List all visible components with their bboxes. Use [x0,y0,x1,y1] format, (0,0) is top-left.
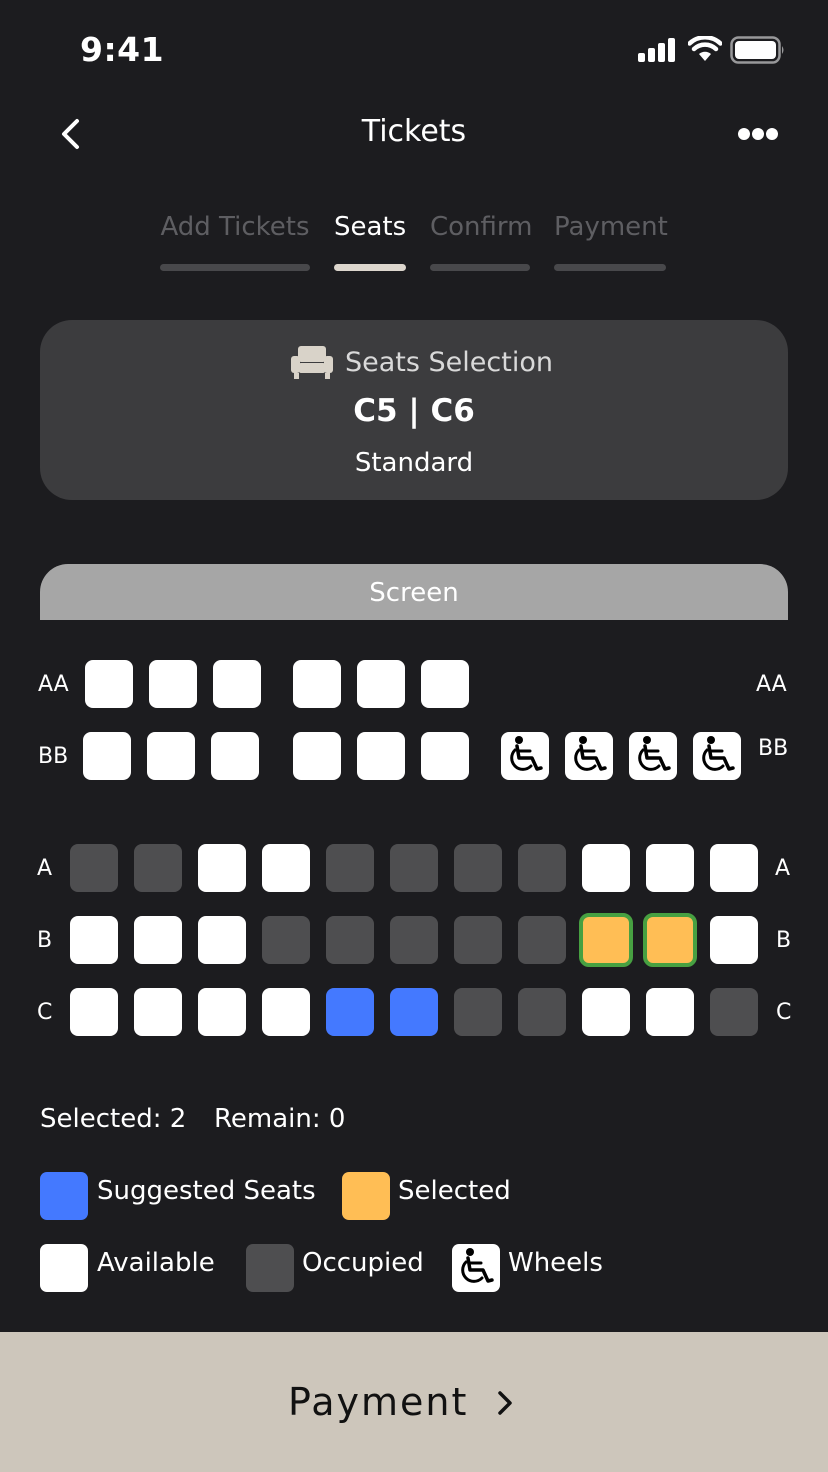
remain-count: Remain: 0 [214,1104,346,1134]
wheelchair-icon [461,1248,494,1283]
seat-c-7 [454,988,502,1036]
seat-c-3[interactable] [198,988,246,1036]
row-label-b-left: B [37,928,53,953]
chevron-right-icon [492,1386,518,1420]
seat-bb-wheelchair-4[interactable] [693,732,741,780]
seat-a-6 [390,844,438,892]
seat-a-7 [454,844,502,892]
selection-title: Seats Selection [345,347,553,378]
row-label-a-right: A [775,856,791,881]
legend-suggested-label: Suggested Seats [97,1176,316,1206]
more-options-button[interactable] [734,124,782,144]
seat-c-5[interactable] [326,988,374,1036]
seat-b-2[interactable] [134,916,182,964]
wheelchair-icon [638,736,671,771]
seat-bb-2[interactable] [147,732,195,780]
legend-selected-swatch [342,1172,390,1220]
seat-aa-2[interactable] [149,660,197,708]
tab-confirm[interactable]: Confirm [430,212,532,242]
selected-seats-value: C5 | C6 [353,393,475,429]
wheelchair-icon [510,736,543,771]
seat-b-5 [326,916,374,964]
seat-a-5 [326,844,374,892]
seat-bb-wheelchair-3[interactable] [629,732,677,780]
legend-wheels-swatch [452,1244,500,1292]
seat-bb-3[interactable] [211,732,259,780]
tab-indicator-add-tickets [160,264,310,271]
legend-selected-label: Selected [398,1176,511,1206]
seat-aa-3[interactable] [213,660,261,708]
seat-bb-6[interactable] [421,732,469,780]
seat-a-4[interactable] [262,844,310,892]
wifi-icon [687,35,723,62]
seat-a-3[interactable] [198,844,246,892]
seat-aa-5[interactable] [357,660,405,708]
tab-add-tickets[interactable]: Add Tickets [160,212,310,242]
seat-aa-6[interactable] [421,660,469,708]
seat-bb-4[interactable] [293,732,341,780]
status-time: 9:41 [80,30,165,69]
row-label-c-right: C [776,1000,792,1025]
legend-suggested-swatch [40,1172,88,1220]
seat-bb-wheelchair-1[interactable] [501,732,549,780]
seat-b-9[interactable] [579,913,633,967]
seat-aa-4[interactable] [293,660,341,708]
legend-available-label: Available [97,1248,215,1278]
seat-b-7 [454,916,502,964]
seat-c-11 [710,988,758,1036]
seat-bb-wheelchair-2[interactable] [565,732,613,780]
tab-indicator-seats [334,264,406,271]
payment-button-label: Payment [288,1380,469,1424]
tab-indicator-payment [554,264,666,271]
legend-occupied-label: Occupied [302,1248,424,1278]
selected-count: Selected: 2 [40,1104,187,1134]
seat-b-1[interactable] [70,916,118,964]
wheelchair-icon [702,736,735,771]
row-label-c-left: C [37,1000,53,1025]
more-icon [738,128,750,140]
seat-c-2[interactable] [134,988,182,1036]
seat-a-10[interactable] [646,844,694,892]
wheelchair-icon [574,736,607,771]
seat-c-4[interactable] [262,988,310,1036]
seat-b-8 [518,916,566,964]
legend-occupied-swatch [246,1244,294,1292]
seat-bb-5[interactable] [357,732,405,780]
legend-available-swatch [40,1244,88,1292]
seat-b-4 [262,916,310,964]
row-label-aa-left: AA [38,672,69,697]
battery-icon [730,36,786,64]
seat-b-10[interactable] [643,913,697,967]
ticket-type: Standard [354,448,474,478]
seat-a-1 [70,844,118,892]
seat-c-9[interactable] [582,988,630,1036]
sofa-icon [290,344,334,380]
seat-b-11[interactable] [710,916,758,964]
seat-c-6[interactable] [390,988,438,1036]
tab-indicator-confirm [430,264,530,271]
row-label-a-left: A [37,856,53,881]
seat-c-1[interactable] [70,988,118,1036]
page-title: Tickets [361,114,467,149]
seat-a-11[interactable] [710,844,758,892]
screen-indicator: Screen [40,564,788,620]
row-label-aa-right: AA [756,672,787,697]
seat-a-8 [518,844,566,892]
tab-payment[interactable]: Payment [554,212,668,242]
cellular-signal-icon [638,38,678,62]
row-label-bb-left: BB [38,744,69,769]
seat-a-2 [134,844,182,892]
row-label-b-right: B [776,928,792,953]
seat-aa-1[interactable] [85,660,133,708]
seat-c-10[interactable] [646,988,694,1036]
row-label-bb-right: BB [758,736,789,761]
legend-wheels-label: Wheels [508,1248,603,1278]
seat-b-3[interactable] [198,916,246,964]
seat-a-9[interactable] [582,844,630,892]
tab-seats[interactable]: Seats [334,212,406,242]
seat-bb-1[interactable] [83,732,131,780]
seat-c-8 [518,988,566,1036]
seat-b-6 [390,916,438,964]
